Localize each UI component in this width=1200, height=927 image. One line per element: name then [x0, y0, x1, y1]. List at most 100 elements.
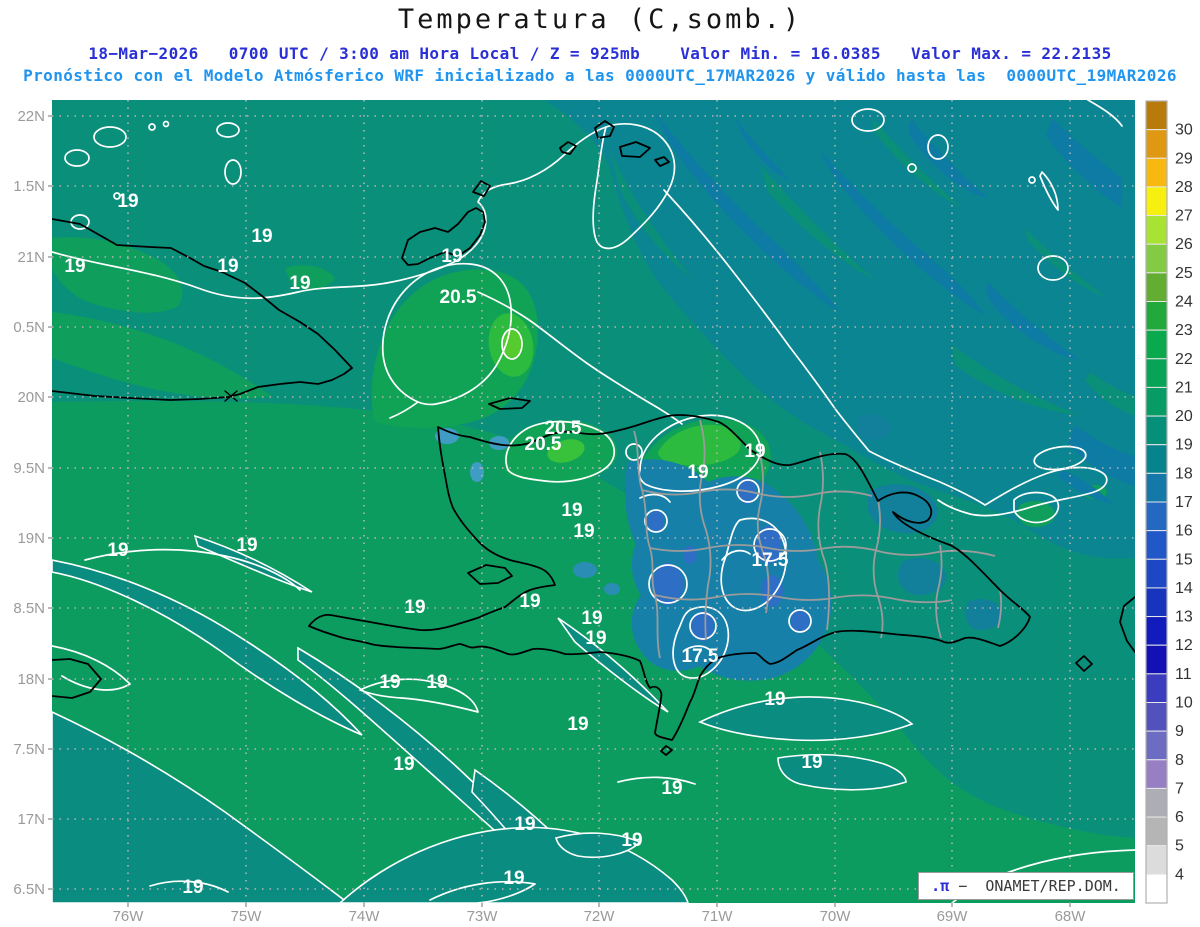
x-axis-tick-label: 73W — [467, 908, 499, 925]
x-axis-tick-label: 68W — [1055, 908, 1087, 925]
contour-value-label: 19 — [567, 714, 588, 735]
colorbar-tick-label: 20 — [1175, 408, 1193, 425]
colorbar-segment — [1145, 787, 1168, 818]
colorbar-tick-label: 9 — [1175, 723, 1184, 740]
contour-value-label: 20.5 — [440, 287, 477, 308]
colorbar-segment — [1145, 157, 1168, 188]
colorbar-segment — [1145, 845, 1168, 875]
colorbar-tick-label: 23 — [1175, 322, 1193, 339]
contour-value-label: 19 — [744, 441, 765, 462]
y-axis-tick-label: 21N — [17, 249, 45, 266]
contour-value-label: 17.5 — [682, 646, 719, 667]
x-axis-tick-label: 72W — [584, 908, 616, 925]
colorbar-segment — [1145, 501, 1168, 532]
colorbar-tick-label: 8 — [1175, 752, 1184, 769]
colorbar-segment — [1145, 558, 1168, 589]
map-plot: 1919 191919191919191919 1919 19191919 191919… — [13, 100, 1193, 925]
colorbar-tick-label: 28 — [1175, 179, 1193, 196]
colorbar-tick-label: 15 — [1175, 551, 1193, 568]
colorbar-segment — [1145, 415, 1168, 446]
colorbar-tick-label: 14 — [1175, 580, 1193, 597]
colorbar-segment — [1145, 472, 1168, 503]
weather-map-page: Temperatura (C,somb.) 18−Mar−2026 0700 U… — [0, 0, 1200, 927]
colorbar-tick-label: 12 — [1175, 637, 1193, 654]
contour-value-label: 19 — [379, 672, 400, 693]
colorbar-tick-label: 21 — [1175, 379, 1193, 396]
colorbar-tick-label: 6 — [1175, 809, 1184, 826]
colorbar-segment — [1145, 129, 1168, 159]
colorbar-tick-label: 26 — [1175, 236, 1193, 253]
y-axis-labels: 22N 1.5N 21N 0.5N 20N 9.5N 19N 8.5N 18N 7.5N 17N 6.… — [13, 108, 52, 898]
y-axis-tick-label: 6.5N — [13, 881, 45, 898]
pi-logo-icon: .π — [931, 877, 950, 895]
y-axis-tick-label: 18N — [17, 671, 45, 688]
y-axis-tick-label: 19N — [17, 530, 45, 547]
colorbar-tick-label: 13 — [1175, 609, 1193, 626]
colorbar-tick-label: 4 — [1175, 866, 1184, 883]
contour-value-label: 19 — [519, 591, 540, 612]
colorbar-tick-label: 11 — [1175, 666, 1192, 683]
contour-value-label: 19 — [514, 814, 535, 835]
contour-value-label: 19 — [107, 540, 128, 561]
contour-value-label: 19 — [217, 256, 238, 277]
contour-value-label: 19 — [393, 754, 414, 775]
x-axis-tick-label: 74W — [349, 908, 381, 925]
colorbar-tick-label: 19 — [1175, 437, 1193, 454]
contour-value-label: 19 — [801, 752, 822, 773]
colorbar-tick-label: 18 — [1175, 465, 1193, 482]
contour-value-label: 19 — [561, 500, 582, 521]
contour-value-label: 19 — [661, 778, 682, 799]
y-axis-tick-label: 7.5N — [13, 741, 45, 758]
x-axis-tick-label: 70W — [820, 908, 852, 925]
x-axis-tick-label: 71W — [702, 908, 734, 925]
colorbar-segment — [1145, 816, 1168, 847]
colorbar-segment — [1145, 301, 1168, 331]
y-axis-tick-label: 8.5N — [13, 600, 45, 617]
contour-value-label: 19 — [687, 462, 708, 483]
colorbar-tick-label: 30 — [1175, 122, 1193, 139]
colorbar-segment — [1145, 673, 1168, 703]
x-axis-labels: 76W 75W 74W 73W 72W 71W 70W 69W 68W — [113, 903, 1087, 925]
contour-value-label: 19 — [251, 226, 272, 247]
colorbar-tick-label: 5 — [1175, 838, 1184, 855]
x-axis-tick-label: 69W — [937, 908, 969, 925]
colorbar-segment — [1145, 587, 1168, 618]
contour-value-label: 19 — [764, 689, 785, 710]
colorbar-segment — [1145, 329, 1168, 360]
colorbar-segment — [1145, 873, 1168, 904]
contour-value-label: 19 — [621, 830, 642, 851]
x-axis-tick-label: 76W — [113, 908, 145, 925]
colorbar: 30 29 28 27 26 25 24 23 22 21 20 19 18 17 16 15 14 13 12 11… — [1145, 100, 1193, 904]
y-axis-tick-label: 22N — [17, 108, 45, 125]
colorbar-tick-label: 10 — [1175, 695, 1193, 712]
colorbar-tick-label: 24 — [1175, 294, 1193, 311]
colorbar-segment — [1145, 616, 1168, 646]
contour-value-label: 19 — [503, 868, 524, 889]
contour-value-label: 19 — [182, 877, 203, 898]
colorbar-segment — [1145, 759, 1168, 789]
colorbar-tick-label: 29 — [1175, 150, 1193, 167]
colorbar-tick-label: 25 — [1175, 265, 1193, 282]
watermark-box: .π − ONAMET/REP.DOM. — [918, 872, 1134, 900]
contour-value-label: 19 — [64, 256, 85, 277]
contour-value-label: 19 — [573, 521, 594, 542]
colorbar-segment — [1145, 386, 1168, 417]
colorbar-segment — [1145, 186, 1168, 217]
colorbar-segment — [1145, 100, 1168, 131]
y-axis-tick-label: 17N — [17, 811, 45, 828]
colorbar-segment — [1145, 702, 1168, 732]
contour-value-label: 19 — [117, 191, 138, 212]
colorbar-segment — [1145, 644, 1168, 675]
colorbar-segment — [1145, 530, 1168, 560]
colorbar-segment — [1145, 215, 1168, 245]
contour-value-label: 19 — [426, 672, 447, 693]
contour-value-label: 19 — [441, 246, 462, 267]
contour-value-label: 19 — [289, 273, 310, 294]
colorbar-tick-label: 27 — [1175, 208, 1193, 225]
colorbar-segment — [1145, 243, 1168, 274]
y-axis-tick-label: 20N — [17, 389, 45, 406]
contour-value-label: 19 — [404, 597, 425, 618]
colorbar-segment — [1145, 730, 1168, 761]
y-axis-tick-label: 1.5N — [13, 178, 45, 195]
map-area: 1919 191919191919191919 1919 19191919 191919… — [52, 100, 1135, 903]
